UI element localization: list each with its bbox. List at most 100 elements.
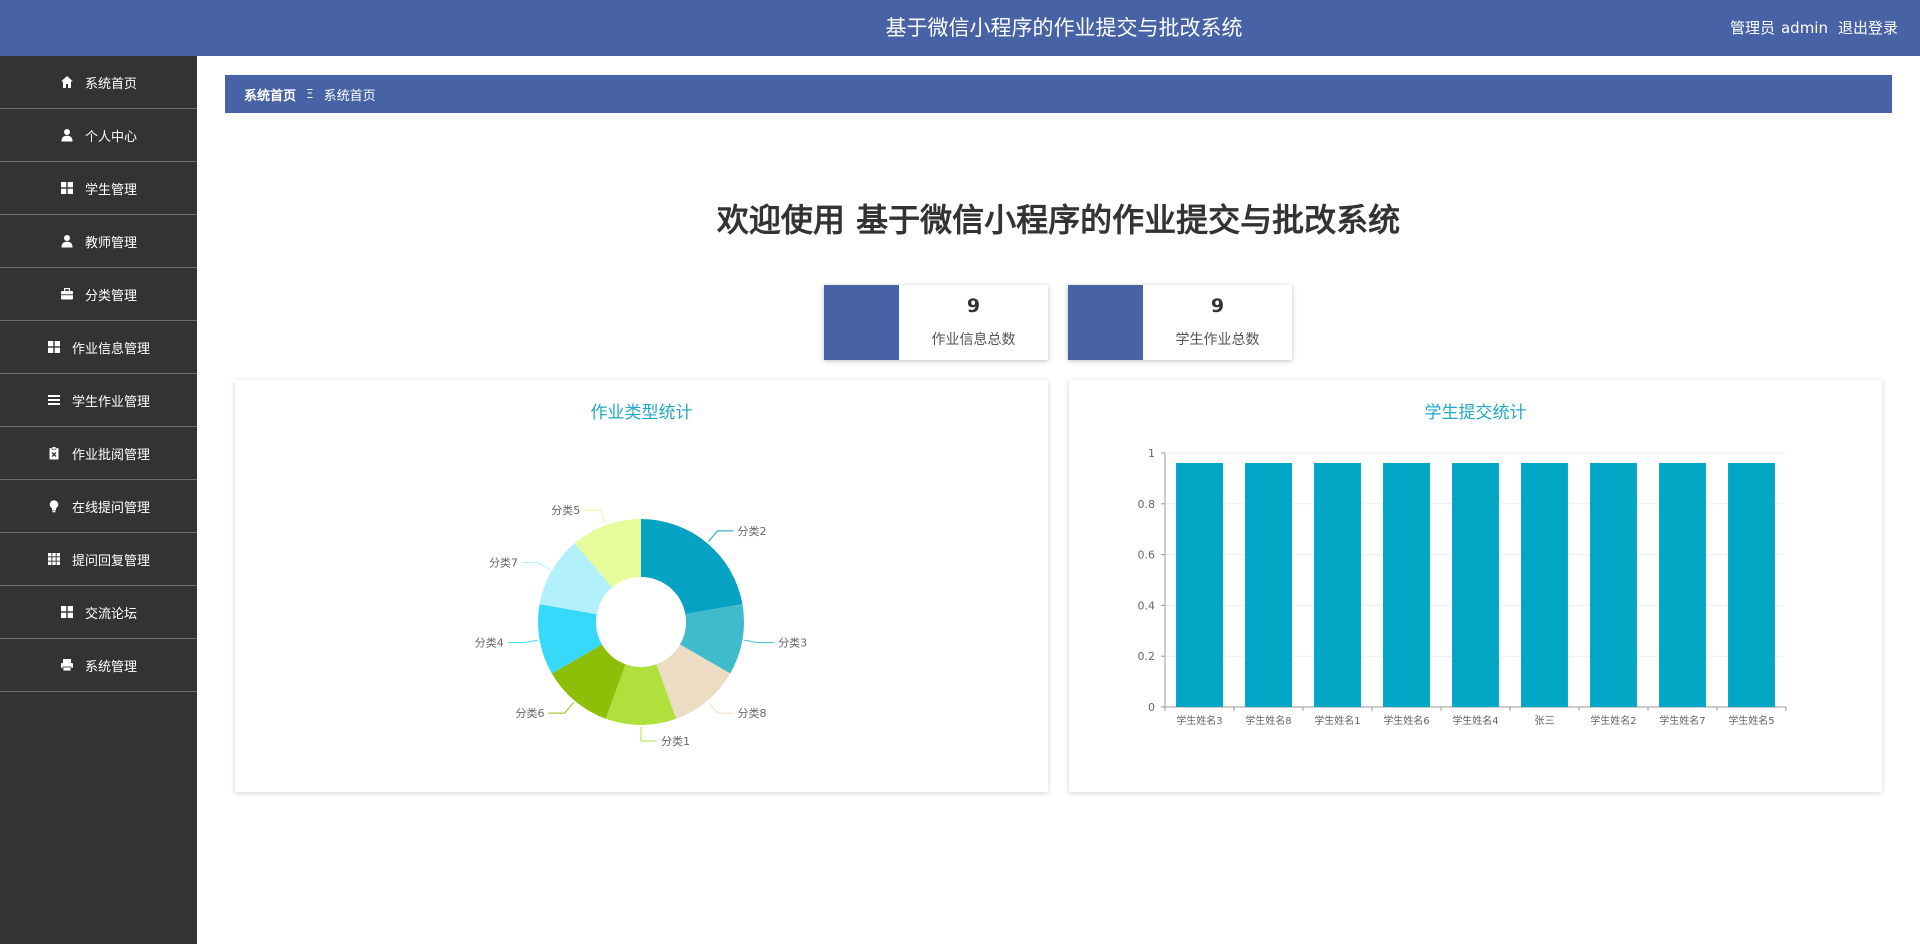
sidebar-item-2[interactable]: 学生管理 — [0, 162, 197, 215]
home-icon — [60, 75, 74, 89]
pie-leader-line — [708, 530, 734, 542]
sidebar-item-label: 交流论坛 — [84, 606, 137, 622]
y-tick-label: 0 — [1148, 701, 1155, 714]
sidebar-item-label: 教师管理 — [84, 235, 137, 251]
briefcase-icon — [60, 287, 74, 301]
user-role: 管理员 — [1729, 19, 1775, 37]
x-tick-label: 学生姓名4 — [1452, 714, 1498, 727]
stat-label: 作业信息总数 — [931, 332, 1016, 348]
sidebar-item-label: 学生管理 — [84, 182, 137, 198]
pie-label: 分类1 — [661, 734, 690, 748]
pie-label: 分类5 — [551, 503, 580, 517]
pie-chart-panel: 作业类型统计 分类2 分类3 分类8 分类1 分类6 分类4 分类7 分类5 — [235, 380, 1048, 792]
x-tick-label: 张三 — [1535, 715, 1555, 727]
pie-label: 分类2 — [737, 524, 766, 538]
bar — [1728, 463, 1775, 707]
bar — [1245, 463, 1292, 707]
bar — [1590, 463, 1637, 707]
bar-chart: 0 0.2 0.4 0.6 0.8 1 学生姓名3 学生姓名8 学生姓名1 学生姓名6 学生姓名4 张… — [1138, 447, 1787, 727]
pie-leader-line — [708, 702, 734, 714]
bar — [1314, 463, 1361, 707]
user-icon — [60, 128, 74, 142]
sidebar-item-3[interactable]: 教师管理 — [0, 215, 197, 268]
stat-card-student-homework: 9 学生作业总数 — [1068, 285, 1292, 360]
sidebar-item-label: 个人中心 — [84, 129, 137, 145]
bar — [1521, 463, 1568, 707]
breadcrumb-separator: Ξ — [306, 87, 314, 101]
sidebar-item-1[interactable]: 个人中心 — [0, 109, 197, 162]
pie-label: 分类4 — [475, 636, 504, 650]
sidebar-item-label: 作业批阅管理 — [71, 447, 150, 463]
y-tick-label: 0.4 — [1138, 599, 1156, 612]
breadcrumb-home[interactable]: 系统首页 — [244, 85, 296, 104]
grid-icon — [47, 340, 61, 354]
table-icon — [47, 552, 61, 566]
y-tick-label: 0.2 — [1138, 650, 1156, 663]
breadcrumb-current: 系统首页 — [323, 88, 376, 104]
sidebar-item-label: 作业信息管理 — [71, 341, 150, 357]
sidebar-item-7[interactable]: 作业批阅管理 — [0, 427, 197, 480]
grid-icon — [60, 181, 74, 195]
sidebar-item-label: 在线提问管理 — [71, 500, 150, 516]
sidebar-item-10[interactable]: 交流论坛 — [0, 586, 197, 639]
y-tick-label: 0.8 — [1138, 498, 1156, 511]
sidebar-item-label: 提问回复管理 — [71, 553, 150, 569]
x-tick-label: 学生姓名1 — [1314, 714, 1360, 727]
clipboard-icon — [47, 446, 61, 460]
pie-slice — [641, 519, 743, 615]
sidebar: 系统首页个人中心学生管理教师管理分类管理作业信息管理 学生作业管理 作业批阅管理 在线… — [0, 56, 197, 944]
pie-leader-line — [584, 509, 606, 524]
logout-link[interactable]: 退出登录 — [1838, 19, 1898, 37]
sidebar-item-11[interactable]: 系统管理 — [0, 639, 197, 692]
pie-leader-line — [744, 639, 775, 644]
sidebar-item-4[interactable]: 分类管理 — [0, 268, 197, 321]
sidebar-item-6[interactable]: 学生作业管理 — [0, 374, 197, 427]
x-tick-label: 学生姓名3 — [1176, 714, 1222, 727]
app-title: 基于微信小程序的作业提交与批改系统 — [885, 16, 1243, 40]
stat-color-block — [824, 285, 899, 360]
pie-leader-line — [548, 702, 574, 714]
list-icon — [47, 393, 61, 407]
stat-value: 9 — [1210, 295, 1225, 317]
username: admin — [1780, 19, 1828, 37]
bar — [1383, 463, 1430, 707]
bar — [1659, 463, 1706, 707]
y-tick-label: 0.6 — [1138, 549, 1156, 562]
sidebar-item-8[interactable]: 在线提问管理 — [0, 480, 197, 533]
breadcrumb: 系统首页 Ξ 系统首页 — [225, 75, 1892, 113]
x-tick-label: 学生姓名2 — [1590, 714, 1636, 727]
x-tick-label: 学生姓名7 — [1659, 714, 1705, 727]
sidebar-item-0[interactable]: 系统首页 — [0, 56, 197, 109]
sidebar-item-label: 系统管理 — [84, 659, 137, 675]
pie-leader-line — [521, 562, 551, 570]
stat-card-homework-info: 9 作业信息总数 — [824, 285, 1048, 360]
pie-label: 分类6 — [516, 706, 545, 720]
stat-color-block — [1068, 285, 1143, 360]
printer-icon — [60, 658, 74, 672]
pie-leader-line — [640, 727, 657, 742]
bar — [1452, 463, 1499, 707]
stat-label: 学生作业总数 — [1175, 332, 1260, 348]
x-tick-label: 学生姓名8 — [1245, 714, 1291, 727]
sidebar-item-label: 学生作业管理 — [71, 394, 150, 410]
sidebar-item-label: 分类管理 — [84, 288, 137, 304]
sidebar-item-5[interactable]: 作业信息管理 — [0, 321, 197, 374]
x-tick-label: 学生姓名6 — [1383, 714, 1429, 727]
sidebar-item-9[interactable]: 提问回复管理 — [0, 533, 197, 586]
grid-icon — [60, 605, 74, 619]
user-area: 管理员 admin 退出登录 — [1720, 0, 1898, 56]
pie-chart: 分类2 分类3 分类8 分类1 分类6 分类4 分类7 分类5 — [475, 503, 807, 748]
bar — [1176, 463, 1223, 707]
x-tick-label: 学生姓名5 — [1728, 714, 1774, 727]
y-tick-label: 1 — [1148, 447, 1155, 460]
user-icon — [60, 234, 74, 248]
top-header: 基于微信小程序的作业提交与批改系统 管理员 admin 退出登录 — [0, 0, 1920, 56]
stat-value: 9 — [966, 295, 981, 317]
pie-leader-line — [507, 639, 538, 644]
pie-label: 分类7 — [489, 556, 518, 570]
sidebar-item-label: 系统首页 — [84, 76, 137, 92]
pie-label: 分类3 — [778, 636, 807, 650]
pie-label: 分类8 — [737, 706, 766, 720]
bar-chart-panel: 学生提交统计 0 0.2 0.4 0.6 0.8 1 学生姓名3 学生姓名8 学生姓名1 学生姓名… — [1069, 380, 1882, 792]
lightbulb-icon — [47, 499, 61, 513]
